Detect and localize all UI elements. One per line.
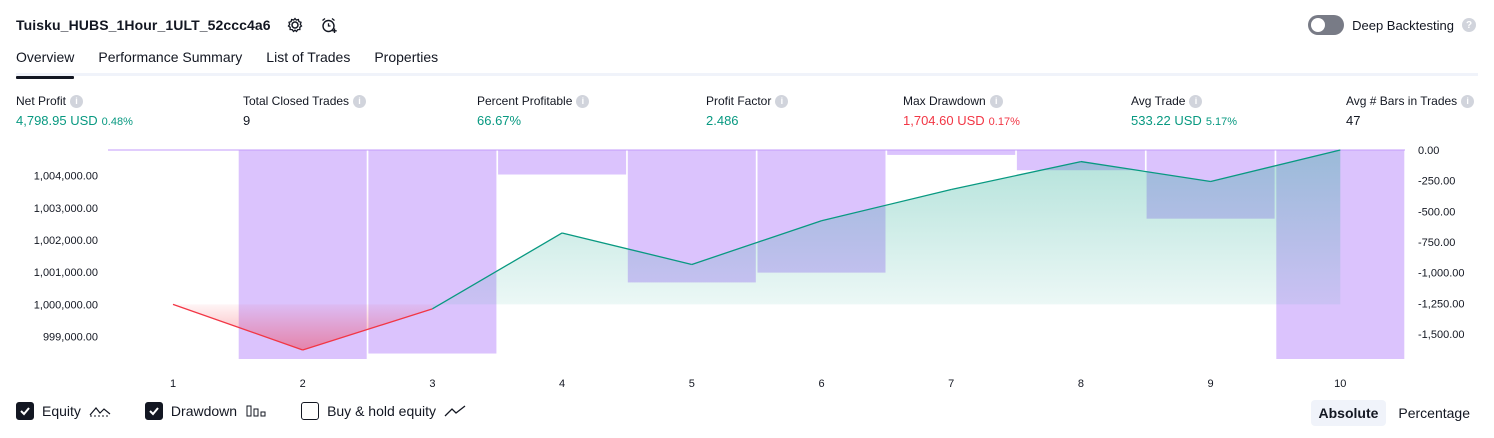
checkbox-unchecked-icon[interactable] (301, 402, 320, 420)
alarm-clock-plus-icon[interactable] (319, 15, 339, 35)
stat-max-drawdown: Max Drawdown i 1,704.60 USD 0.17% (903, 94, 1020, 128)
x-axis-tick-label: 5 (689, 378, 695, 390)
right-axis-tick-label: -1,500.00 (1418, 329, 1464, 341)
stat-label: Net Profit (16, 94, 67, 108)
checkbox-checked-icon[interactable] (144, 402, 163, 420)
stat-percent: 0.17% (988, 116, 1020, 128)
stat-avg-bars-in-trades: Avg # Bars in Trades i 47 (1346, 94, 1475, 128)
tab-overview[interactable]: Overview (16, 46, 75, 79)
right-axis-tick-label: -1,250.00 (1418, 298, 1464, 310)
x-axis-tick-label: 1 (170, 378, 176, 390)
legend-label: Buy & hold equity (327, 403, 437, 419)
strategy-header: Tuisku_HUBS_1Hour_1ULT_52ccc4a6 (16, 14, 339, 36)
stat-percent-profitable: Percent Profitable i 66.67% (477, 94, 590, 128)
chart-legend: Equity Drawdown Buy & hold equity (16, 402, 466, 420)
info-icon[interactable]: i (576, 94, 590, 108)
right-axis-tick-label: -500.00 (1418, 206, 1455, 218)
stat-percent: 0.48% (101, 116, 133, 128)
drawdown-bar (498, 150, 627, 175)
x-axis-tick-label: 6 (818, 378, 824, 390)
x-axis-tick-label: 7 (948, 378, 954, 390)
stat-percent: 5.17% (1205, 116, 1238, 128)
left-axis-tick-label: 999,000.00 (43, 331, 98, 343)
buy-hold-line-icon (444, 405, 466, 417)
legend-buy-hold[interactable]: Buy & hold equity (301, 402, 466, 420)
equity-line-icon (89, 407, 111, 417)
deep-backtesting-label: Deep Backtesting (1352, 17, 1454, 33)
absolute-button[interactable]: Absolute (1310, 400, 1387, 426)
stat-value: 9 (243, 113, 251, 128)
scale-switch: Absolute Percentage (1310, 400, 1479, 426)
info-icon[interactable]: i (1461, 94, 1475, 108)
right-axis-tick-label: -1,000.00 (1418, 268, 1464, 280)
stat-label: Avg Trade (1131, 94, 1186, 108)
left-axis-tick-label: 1,004,000.00 (34, 171, 98, 183)
tab-properties[interactable]: Properties (374, 46, 438, 76)
help-icon[interactable]: ? (1462, 18, 1476, 32)
right-axis-tick-label: -750.00 (1418, 237, 1455, 249)
x-axis-tick-label: 8 (1078, 378, 1084, 390)
legend-label: Equity (42, 403, 81, 419)
right-axis-tick-label: 0.00 (1418, 145, 1439, 157)
left-axis-tick-label: 1,002,000.00 (34, 235, 98, 247)
stat-net-profit: Net Profit i 4,798.95 USD 0.48% (16, 94, 133, 128)
legend-label: Drawdown (170, 403, 238, 419)
x-axis-tick-label: 10 (1334, 378, 1346, 390)
left-axis-tick-label: 1,003,000.00 (34, 203, 98, 215)
legend-equity[interactable]: Equity (16, 402, 111, 420)
legend-drawdown[interactable]: Drawdown (144, 402, 267, 420)
stat-total-closed-trades: Total Closed Trades i 9 (243, 94, 367, 128)
x-axis-tick-label: 3 (429, 378, 435, 390)
right-axis-tick-label: -250.00 (1418, 176, 1455, 188)
stat-value: 1,704.60 USD (903, 113, 985, 128)
stat-value: 2.486 (706, 113, 739, 128)
x-axis-tick-label: 2 (300, 378, 306, 390)
info-icon[interactable]: i (70, 94, 84, 108)
drawdown-bars-icon (246, 405, 266, 417)
percentage-button[interactable]: Percentage (1390, 400, 1478, 426)
stat-value: 4,798.95 USD (16, 113, 98, 128)
tab-list-of-trades[interactable]: List of Trades (266, 46, 350, 76)
info-icon[interactable]: i (775, 94, 789, 108)
stat-label: Avg # Bars in Trades (1346, 94, 1458, 108)
tab-performance-summary[interactable]: Performance Summary (98, 46, 242, 76)
left-axis-tick-label: 1,000,000.00 (34, 299, 98, 311)
drawdown-bar (887, 150, 1016, 155)
left-axis-tick-label: 1,001,000.00 (34, 267, 98, 279)
stat-value: 47 (1346, 113, 1361, 128)
stat-value: 533.22 USD (1131, 113, 1202, 128)
info-icon[interactable]: i (353, 94, 367, 108)
strategy-name: Tuisku_HUBS_1Hour_1ULT_52ccc4a6 (16, 17, 271, 33)
x-axis-tick-label: 9 (1208, 378, 1214, 390)
x-axis-tick-label: 4 (559, 378, 565, 390)
deep-backtesting: Deep Backtesting ? (1308, 14, 1476, 36)
stat-label: Profit Factor (706, 94, 772, 108)
info-icon[interactable]: i (989, 94, 1003, 108)
stat-label: Total Closed Trades (243, 94, 350, 108)
stat-label: Percent Profitable (477, 94, 573, 108)
stat-avg-trade: Avg Trade i 533.22 USD 5.17% (1131, 94, 1237, 128)
checkbox-checked-icon[interactable] (16, 402, 34, 420)
stat-profit-factor: Profit Factor i 2.486 (706, 94, 789, 128)
deep-backtesting-toggle[interactable] (1308, 15, 1345, 35)
tab-bar: Overview Performance Summary List of Tra… (16, 46, 1478, 79)
gear-icon[interactable] (285, 15, 305, 35)
stat-value: 66.67% (477, 113, 522, 128)
stat-label: Max Drawdown (903, 94, 986, 108)
equity-drawdown-chart: 1,004,000.00 1,003,000.00 1,002,000.00 1,00… (34, 145, 1465, 390)
info-icon[interactable]: i (1189, 94, 1203, 108)
